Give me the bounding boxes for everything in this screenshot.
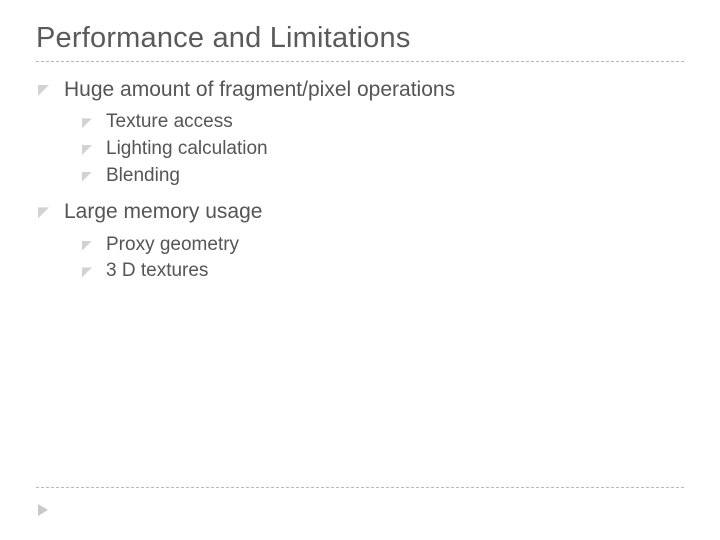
- list-item: Proxy geometry: [80, 233, 684, 258]
- bullet-text: Huge amount of fragment/pixel operations: [64, 78, 455, 101]
- bullet-text: Proxy geometry: [106, 234, 239, 255]
- bullet-list: Huge amount of fragment/pixel operations…: [36, 76, 684, 284]
- list-item: Huge amount of fragment/pixel operations…: [36, 76, 684, 188]
- bullet-text: Large memory usage: [64, 200, 262, 223]
- sub-bullet-list: Texture access Lighting calculation Blen…: [64, 110, 684, 188]
- title-divider: [36, 61, 684, 62]
- bullet-text: Lighting calculation: [106, 138, 268, 159]
- list-item: Large memory usage Proxy geometry 3 D te…: [36, 198, 684, 284]
- footer-divider: [36, 487, 684, 488]
- list-item: Lighting calculation: [80, 137, 684, 162]
- bullet-text: 3 D textures: [106, 260, 208, 281]
- slide-title: Performance and Limitations: [36, 22, 684, 55]
- play-icon: [38, 504, 48, 516]
- bullet-text: Blending: [106, 165, 180, 186]
- list-item: Blending: [80, 164, 684, 189]
- list-item: 3 D textures: [80, 259, 684, 284]
- slide: Performance and Limitations Huge amount …: [0, 0, 720, 540]
- bullet-text: Texture access: [106, 111, 233, 132]
- list-item: Texture access: [80, 110, 684, 135]
- sub-bullet-list: Proxy geometry 3 D textures: [64, 233, 684, 284]
